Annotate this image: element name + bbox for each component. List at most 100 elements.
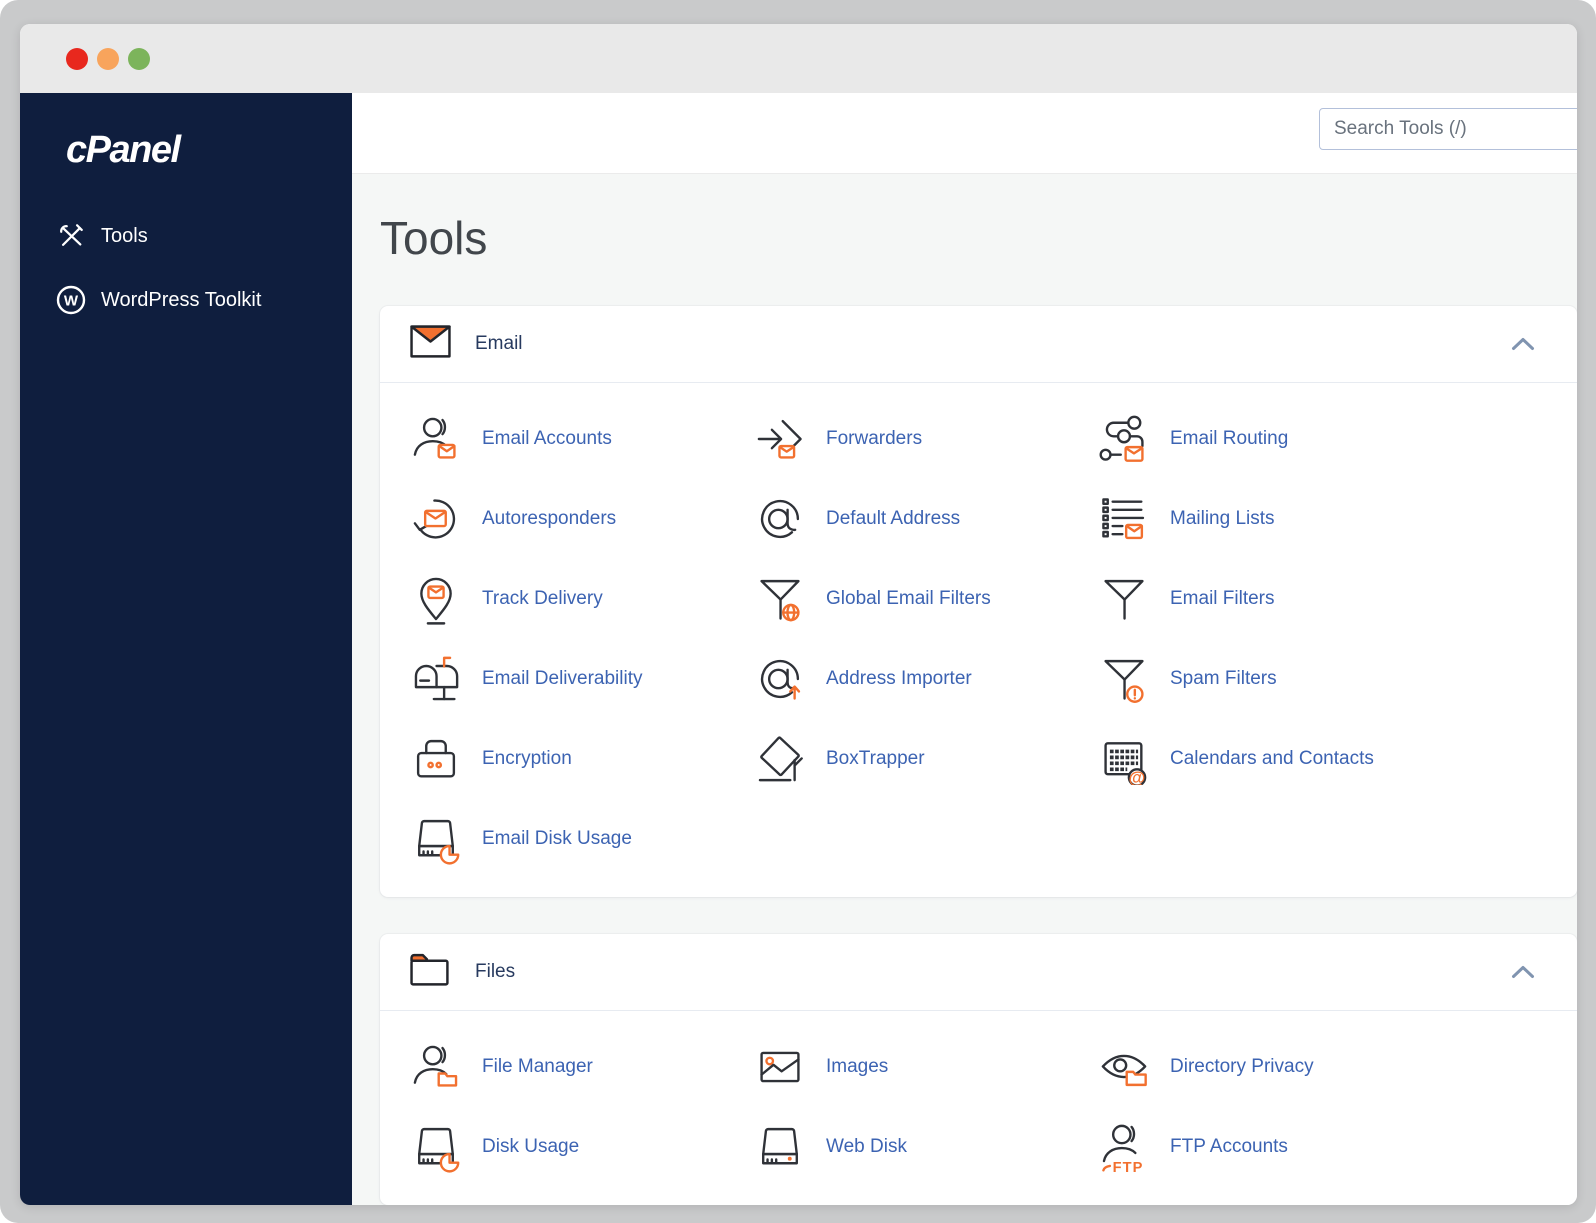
sidebar-item-label: Tools <box>101 224 148 247</box>
email-routing-icon <box>1098 413 1150 465</box>
browser-window: cPanel Tools W WordPress Toolkit Search … <box>20 24 1577 1205</box>
tool-address-importer[interactable]: Address Importer <box>754 639 1098 719</box>
tool-label: Forwarders <box>826 428 923 449</box>
tool-label: Disk Usage <box>482 1136 580 1157</box>
envelope-icon <box>410 325 451 363</box>
tool-label: Address Importer <box>826 668 972 689</box>
section-header-files: Files <box>380 934 1577 1011</box>
tool-forwarders[interactable]: Forwarders <box>754 399 1098 479</box>
chevron-up-icon[interactable] <box>1511 337 1535 356</box>
images-icon <box>754 1041 806 1093</box>
chevron-up-icon[interactable] <box>1511 965 1535 984</box>
section-card-email: Email Email Accounts Forwarders Email Ro… <box>380 306 1577 897</box>
tool-label: Calendars and Contacts <box>1170 748 1374 769</box>
tool-encryption[interactable]: Encryption <box>410 719 754 799</box>
web-disk-icon <box>754 1121 806 1173</box>
tool-email-deliverability[interactable]: Email Deliverability <box>410 639 754 719</box>
window-titlebar <box>20 24 1577 93</box>
calendars-contacts-icon: @ <box>1098 733 1150 785</box>
files-tools-grid: File Manager Images Directory Privacy Di… <box>380 1011 1577 1205</box>
tool-email-filters[interactable]: Email Filters <box>1098 559 1567 639</box>
tool-label: Track Delivery <box>482 588 603 609</box>
tool-autoresponders[interactable]: Autoresponders <box>410 479 754 559</box>
sidebar-item-tools[interactable]: Tools <box>20 208 352 264</box>
email-accounts-icon <box>410 413 462 465</box>
tool-label: Email Routing <box>1170 428 1289 449</box>
maximize-window-button[interactable] <box>128 47 150 70</box>
tool-label: Images <box>826 1056 889 1077</box>
tool-boxtrapper[interactable]: BoxTrapper <box>754 719 1098 799</box>
tool-label: Global Email Filters <box>826 588 991 609</box>
tool-default-address[interactable]: Default Address <box>754 479 1098 559</box>
disk-usage-icon <box>410 1121 462 1173</box>
global-email-filters-icon <box>754 573 806 625</box>
svg-text:@: @ <box>1129 767 1146 785</box>
tool-calendars-and-contacts[interactable]: @ Calendars and Contacts <box>1098 719 1567 799</box>
tool-label: Spam Filters <box>1170 668 1277 689</box>
main-header <box>352 93 1577 174</box>
tool-global-email-filters[interactable]: Global Email Filters <box>754 559 1098 639</box>
boxtrapper-icon <box>754 733 806 785</box>
tool-email-accounts[interactable]: Email Accounts <box>410 399 754 479</box>
svg-text:FTP: FTP <box>1113 1160 1144 1173</box>
tool-email-disk-usage[interactable]: Email Disk Usage <box>410 799 754 879</box>
folder-icon <box>410 953 451 991</box>
tool-web-disk[interactable]: Web Disk <box>754 1107 1098 1187</box>
section-header-email: Email <box>380 306 1577 383</box>
default-address-icon <box>754 493 806 545</box>
ftp-accounts-icon: FTP <box>1098 1121 1150 1173</box>
tool-ftp-accounts[interactable]: FTP FTP Accounts <box>1098 1107 1567 1187</box>
tool-directory-privacy[interactable]: Directory Privacy <box>1098 1027 1567 1107</box>
wordpress-icon: W <box>55 285 87 315</box>
tool-spam-filters[interactable]: Spam Filters <box>1098 639 1567 719</box>
tool-track-delivery[interactable]: Track Delivery <box>410 559 754 639</box>
sidebar-item-label: WordPress Toolkit <box>101 288 262 311</box>
tool-label: Email Accounts <box>482 428 612 449</box>
tool-label: Web Disk <box>826 1136 907 1157</box>
section-title: Email <box>475 333 523 354</box>
tool-label: BoxTrapper <box>826 748 925 769</box>
cpanel-logo: cPanel <box>66 129 181 171</box>
sidebar-nav: Tools W WordPress Toolkit <box>20 208 352 328</box>
file-manager-icon <box>410 1041 462 1093</box>
encryption-icon <box>410 733 462 785</box>
tool-label: Mailing Lists <box>1170 508 1275 529</box>
spam-filters-icon <box>1098 653 1150 705</box>
mailing-lists-icon <box>1098 493 1150 545</box>
sidebar: cPanel Tools W WordPress Toolkit <box>20 93 352 1205</box>
autoresponders-icon <box>410 493 462 545</box>
tool-label: Email Filters <box>1170 588 1275 609</box>
email-disk-usage-icon <box>410 813 462 865</box>
tool-label: FTP Accounts <box>1170 1136 1288 1157</box>
main-area: Tools Email <box>352 93 1577 1205</box>
content: Tools Email Email Accounts Forwarders Em… <box>352 210 1577 1205</box>
tools-icon <box>55 221 87 251</box>
minimize-window-button[interactable] <box>97 47 119 70</box>
close-window-button[interactable] <box>66 47 88 70</box>
search-input[interactable] <box>1319 108 1577 150</box>
tool-label: File Manager <box>482 1056 593 1077</box>
address-importer-icon <box>754 653 806 705</box>
email-tools-grid: Email Accounts Forwarders Email Routing … <box>380 383 1577 897</box>
tool-file-manager[interactable]: File Manager <box>410 1027 754 1107</box>
tool-label: Encryption <box>482 748 572 769</box>
tool-label: Autoresponders <box>482 508 617 529</box>
sidebar-item-wordpress-toolkit[interactable]: W WordPress Toolkit <box>20 272 352 328</box>
track-delivery-icon <box>410 573 462 625</box>
section-title: Files <box>475 961 516 982</box>
forwarders-icon <box>754 413 806 465</box>
tool-label: Email Deliverability <box>482 668 643 689</box>
directory-privacy-icon <box>1098 1041 1150 1093</box>
tool-mailing-lists[interactable]: Mailing Lists <box>1098 479 1567 559</box>
tool-disk-usage[interactable]: Disk Usage <box>410 1107 754 1187</box>
page-title: Tools <box>380 212 488 264</box>
email-filters-icon <box>1098 573 1150 625</box>
email-deliverability-icon <box>410 653 462 705</box>
tool-images[interactable]: Images <box>754 1027 1098 1107</box>
tool-email-routing[interactable]: Email Routing <box>1098 399 1567 479</box>
tool-label: Directory Privacy <box>1170 1056 1314 1077</box>
tool-label: Email Disk Usage <box>482 828 632 849</box>
tool-label: Default Address <box>826 508 961 529</box>
svg-text:W: W <box>64 293 79 310</box>
section-card-files: Files File Manager Images Directory Priv… <box>380 934 1577 1205</box>
